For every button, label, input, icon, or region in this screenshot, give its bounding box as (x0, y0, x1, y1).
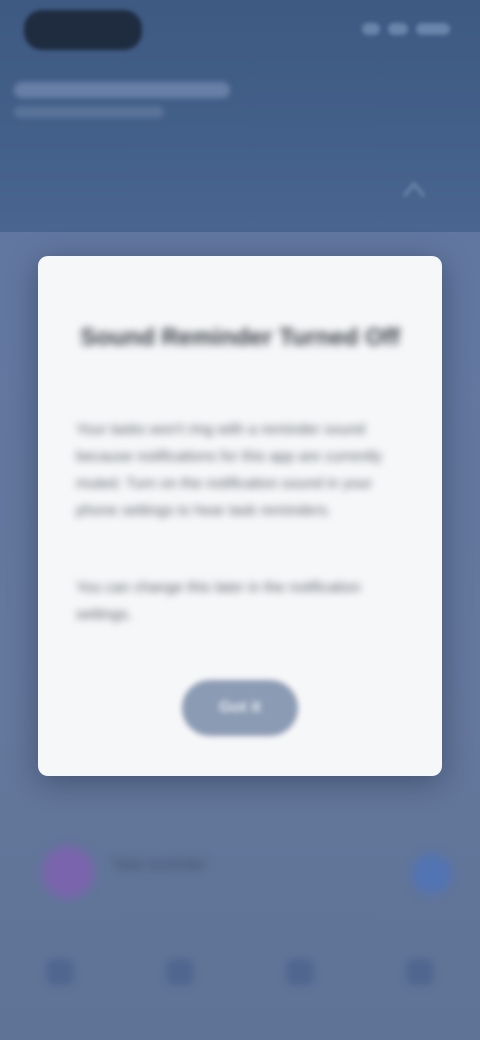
dialog-confirm-button[interactable]: Got it (182, 680, 298, 736)
dialog-backdrop: Sound Reminder Turned Off Your tasks won… (0, 0, 480, 1040)
dialog-title: Sound Reminder Turned Off (80, 324, 400, 351)
sound-reminder-dialog: Sound Reminder Turned Off Your tasks won… (38, 256, 442, 776)
dialog-message: Your tasks won't ring with a reminder so… (76, 421, 382, 519)
dialog-note: You can change this later in the notific… (76, 579, 361, 623)
